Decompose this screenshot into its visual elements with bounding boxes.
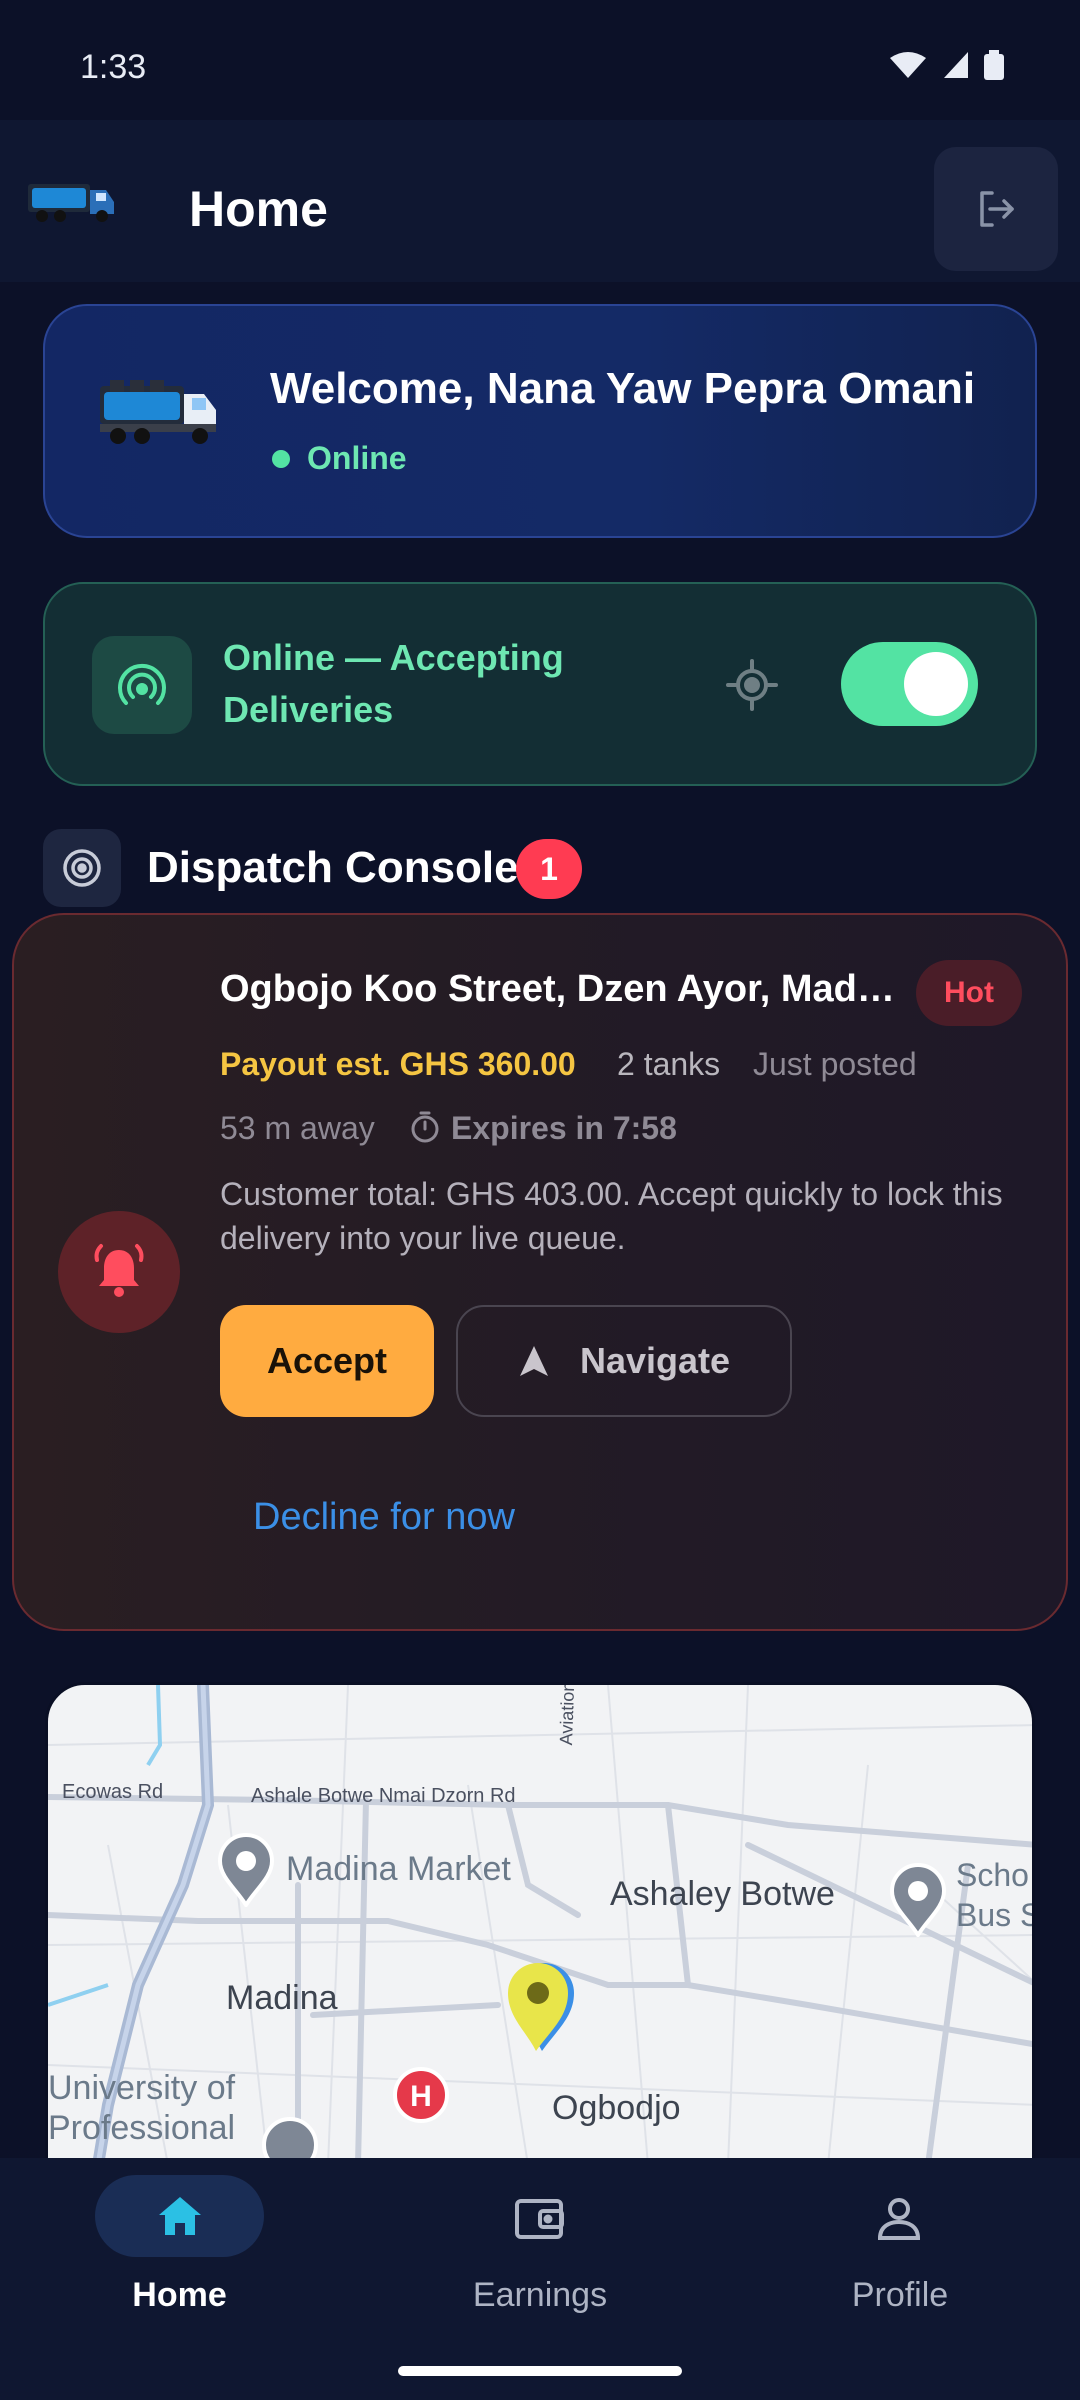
tank-count: 2 tanks: [617, 1046, 721, 1082]
broadcast-icon: [118, 663, 166, 705]
target-icon: [63, 849, 101, 887]
payout-estimate: Payout est. GHS 360.00: [220, 1046, 576, 1082]
toggle-knob: [904, 652, 968, 716]
bell-ringing-icon: [94, 1244, 144, 1297]
profile-icon[interactable]: [874, 2194, 924, 2244]
navigate-button[interactable]: Navigate: [456, 1305, 792, 1417]
distance-away: 53 m away: [220, 1110, 375, 1146]
battery-icon: [984, 50, 1004, 80]
decline-button[interactable]: Decline for now: [253, 1496, 515, 1539]
map-label-madina-market: Madina Market: [286, 1850, 511, 1888]
map-label-university-1: University of: [48, 2069, 236, 2107]
water-truck-icon: [100, 380, 216, 444]
posted-time: Just posted: [753, 1046, 917, 1082]
logout-icon: [980, 191, 1014, 227]
nav-profile-label[interactable]: Profile: [800, 2276, 1000, 2315]
hospital-pin-icon[interactable]: H: [391, 2065, 451, 2131]
logout-button[interactable]: [934, 147, 1058, 271]
map-label-school-1: Scho: [956, 1857, 1029, 1893]
console-icon-box: [43, 829, 121, 907]
home-icon: [158, 2197, 201, 2235]
online-toggle-switch[interactable]: [841, 642, 978, 726]
welcome-greeting: Welcome, Nana Yaw Pepra Omani: [270, 364, 976, 413]
status-icons: [888, 50, 1004, 80]
broadcast-icon-box: [92, 636, 192, 734]
welcome-status: Online: [307, 440, 407, 476]
status-time: 1:33: [80, 48, 147, 86]
navigate-label: Navigate: [579, 1340, 731, 1381]
wallet-icon[interactable]: [514, 2195, 566, 2241]
nav-earnings-label[interactable]: Earnings: [440, 2276, 640, 2315]
expiry-countdown: Expires in 7:58: [451, 1110, 677, 1146]
signal-icon: [944, 52, 968, 78]
map-label-university-2: Professional: [48, 2109, 236, 2147]
truck-logo-icon: [28, 184, 114, 222]
university-pin-icon[interactable]: [260, 2115, 320, 2162]
map-label-ashaley-botwe: Ashaley Botwe: [610, 1875, 835, 1913]
map-label-ogbodjo: Ogbodjo: [552, 2089, 681, 2127]
school-bus-pin-icon[interactable]: [888, 1863, 948, 1937]
map-view[interactable]: H Ecowas Rd Ashale Botwe Nmai Dzorn Rd A…: [45, 1682, 1035, 2162]
accept-button[interactable]: Accept: [220, 1305, 434, 1417]
priority-badge: Hot: [916, 960, 1022, 1026]
nav-home-label[interactable]: Home: [95, 2276, 264, 2315]
dispatch-address: Ogbojo Koo Street, Dzen Ayor, Madina: [220, 968, 900, 1010]
svg-text:H: H: [410, 2080, 432, 2113]
map-label-ecowas: Ecowas Rd: [62, 1781, 164, 1803]
wifi-icon: [890, 52, 926, 78]
page-title: Home: [189, 181, 328, 237]
online-status-label: Online — Accepting Deliveries: [223, 637, 564, 730]
console-count-badge: 1: [516, 839, 582, 899]
timer-icon: [411, 1111, 439, 1143]
gesture-home-handle[interactable]: [398, 2366, 682, 2376]
nav-home-button[interactable]: [95, 2175, 264, 2257]
map-label-aviation: Aviation Rd: [556, 1682, 580, 1746]
map-label-madina: Madina: [226, 1979, 338, 2017]
dispatch-description: Customer total: GHS 403.00. Accept quick…: [220, 1176, 1003, 1256]
map-label-school-2: Bus S: [956, 1897, 1035, 1933]
console-title: Dispatch Console: [147, 843, 519, 892]
app-bar: [0, 120, 1080, 282]
navigation-arrow-icon: [519, 1346, 548, 1376]
gps-location-icon[interactable]: [726, 659, 778, 711]
map-label-ashale-botwe-road: Ashale Botwe Nmai Dzorn Rd: [251, 1785, 516, 1807]
current-location-pin-icon: [508, 1963, 574, 2051]
madina-market-pin-icon[interactable]: [216, 1833, 276, 1907]
alert-bell-circle: [58, 1211, 180, 1333]
online-status-dot: [272, 450, 290, 468]
